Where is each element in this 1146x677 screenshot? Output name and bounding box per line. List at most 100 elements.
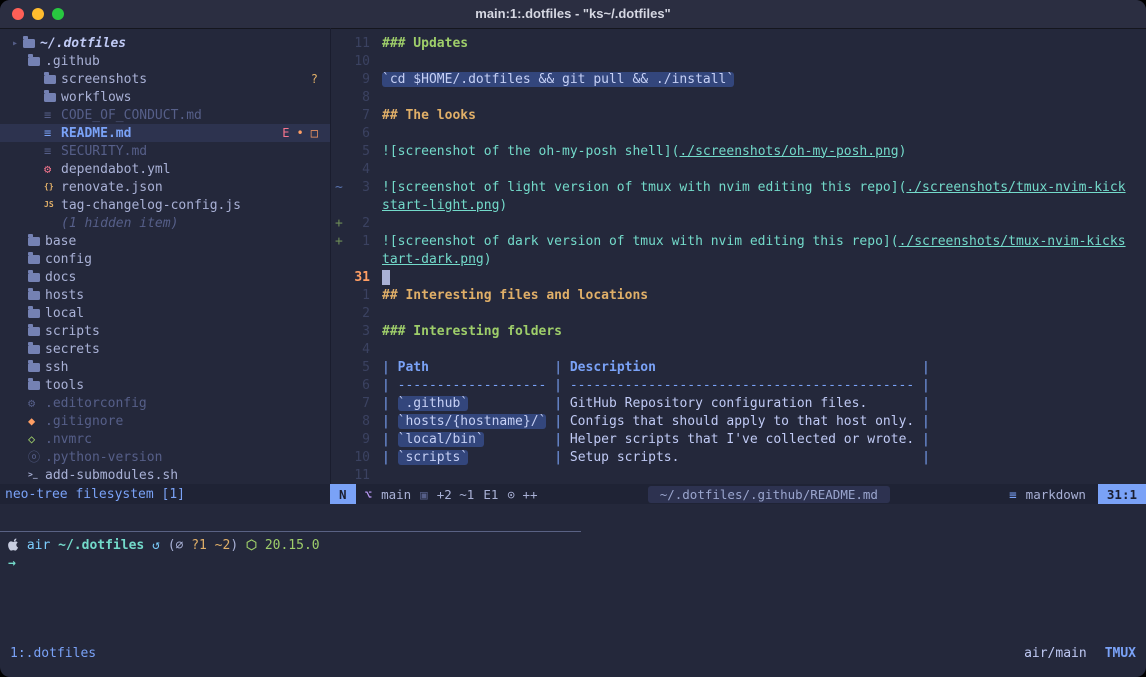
line-number: 4 bbox=[348, 342, 370, 357]
editor-line[interactable]: 10 bbox=[331, 52, 1146, 70]
tree-item-ssh[interactable]: ssh bbox=[0, 358, 330, 376]
editor-line[interactable]: tart-dark.png) bbox=[331, 250, 1146, 268]
status-marker: ? bbox=[311, 72, 318, 86]
editor-line[interactable]: +2 bbox=[331, 214, 1146, 232]
tree-item-gitignore[interactable]: ◆.gitignore bbox=[0, 412, 330, 430]
tree-item-tag-changelog-config-js[interactable]: JStag-changelog-config.js bbox=[0, 196, 330, 214]
gutter-sign bbox=[331, 360, 348, 375]
gutter-sign bbox=[331, 72, 348, 87]
tree-item-1-hidden-item[interactable]: (1 hidden item) bbox=[0, 214, 330, 232]
icon-cell: ≡ bbox=[44, 109, 61, 121]
icon-cell: ◇ bbox=[28, 433, 45, 445]
icon-cell bbox=[23, 39, 40, 48]
editor-line[interactable]: 31 bbox=[331, 268, 1146, 286]
tree-item-workflows[interactable]: workflows bbox=[0, 88, 330, 106]
line-number: 11 bbox=[348, 468, 370, 483]
expander-icon[interactable]: ▸ bbox=[12, 38, 23, 49]
editor-segment-sp bbox=[867, 396, 914, 411]
editor-pane[interactable]: 11### Updates 10 9`cd $HOME/.dotfiles &&… bbox=[331, 28, 1146, 484]
tree-item-add-submodules-sh[interactable]: >_add-submodules.sh bbox=[0, 466, 330, 484]
file-tree-panel[interactable]: ▸~/.dotfiles.githubscreenshots? workflows… bbox=[0, 28, 330, 484]
editor-line[interactable]: 8| `hosts/{hostname}/` | Configs that sh… bbox=[331, 412, 1146, 430]
tree-item-screenshots[interactable]: screenshots? bbox=[0, 70, 330, 88]
editor-line[interactable]: 1## Interesting files and locations bbox=[331, 286, 1146, 304]
editor-segment-h2: ## The looks bbox=[382, 108, 476, 123]
git-branch[interactable]: main bbox=[381, 487, 411, 502]
tree-item-label: SECURITY.md bbox=[61, 144, 147, 159]
editor-segment-tb: | bbox=[914, 360, 930, 375]
tree-item-github[interactable]: .github bbox=[0, 52, 330, 70]
tmux-badge: TMUX bbox=[1105, 646, 1136, 661]
editor-line[interactable]: 6| ------------------- | ---------------… bbox=[331, 376, 1146, 394]
editor-segment-plain: GitHub Repository configuration files. bbox=[570, 396, 867, 411]
icon-cell bbox=[28, 57, 45, 66]
minimize-button[interactable] bbox=[32, 8, 44, 20]
tree-item-secrets[interactable]: secrets bbox=[0, 340, 330, 358]
editor-line[interactable]: 2 bbox=[331, 304, 1146, 322]
cursor-position: 31:1 bbox=[1098, 484, 1146, 504]
tree-item-hosts[interactable]: hosts bbox=[0, 286, 330, 304]
editor-line[interactable]: 7## The looks bbox=[331, 106, 1146, 124]
file-path: ~/.dotfiles/.github/README.md bbox=[648, 486, 890, 503]
line-number: 2 bbox=[348, 306, 370, 321]
close-button[interactable] bbox=[12, 8, 24, 20]
tree-item-dependabot-yml[interactable]: ⚙dependabot.yml bbox=[0, 160, 330, 178]
prompt-segment: ?1 ~2 bbox=[191, 538, 230, 553]
editor-line[interactable]: 4 bbox=[331, 160, 1146, 178]
tree-item-docs[interactable]: docs bbox=[0, 268, 330, 286]
icon-cell bbox=[28, 345, 45, 354]
filetype-icon: ≡ bbox=[1009, 487, 1017, 502]
gutter-sign bbox=[331, 162, 348, 177]
gutter-sign bbox=[331, 414, 348, 429]
tree-item-security-md[interactable]: ≡ SECURITY.md bbox=[0, 142, 330, 160]
editor-line[interactable]: 10| `scripts` | Setup scripts. | bbox=[331, 448, 1146, 466]
gutter-sign bbox=[331, 144, 348, 159]
tree-item-local[interactable]: local bbox=[0, 304, 330, 322]
tree-item-renovate-json[interactable]: {}renovate.json bbox=[0, 178, 330, 196]
line-number: 1 bbox=[348, 288, 370, 303]
gutter-sign bbox=[331, 108, 348, 123]
editor-line[interactable]: +1![screenshot of dark version of tmux w… bbox=[331, 232, 1146, 250]
tmux-window-tab[interactable]: 1:.dotfiles bbox=[10, 646, 96, 661]
editor-line[interactable]: 9`cd $HOME/.dotfiles && git pull && ./in… bbox=[331, 70, 1146, 88]
tree-item-readme-md[interactable]: ≡README.mdE•□ bbox=[0, 124, 330, 142]
tree-item-base[interactable]: base bbox=[0, 232, 330, 250]
tree-item-tools[interactable]: tools bbox=[0, 376, 330, 394]
editor-segment-tb: | bbox=[382, 450, 398, 465]
editor-line[interactable]: 9| `local/bin` | Helper scripts that I'v… bbox=[331, 430, 1146, 448]
editor-line[interactable]: 3### Interesting folders bbox=[331, 322, 1146, 340]
editor-segment-paren: ) bbox=[499, 198, 507, 213]
tmux-pane-border[interactable] bbox=[0, 531, 581, 532]
editor-line[interactable]: 4 bbox=[331, 340, 1146, 358]
tree-item-python-version[interactable]: ⓞ.python-version bbox=[0, 448, 330, 466]
editor-segment-url: ./screenshots/tmux-nvim-kicks bbox=[899, 234, 1126, 249]
tree-item-label: workflows bbox=[61, 90, 131, 105]
tree-item-code-of-conduct-md[interactable]: ≡CODE_OF_CONDUCT.md bbox=[0, 106, 330, 124]
tree-item-config[interactable]: config bbox=[0, 250, 330, 268]
tree-item-label: CODE_OF_CONDUCT.md bbox=[61, 108, 202, 123]
editor-segment-tb: | bbox=[382, 432, 398, 447]
icon-cell bbox=[28, 237, 45, 246]
tree-item-editorconfig[interactable]: ⚙.editorconfig bbox=[0, 394, 330, 412]
shell-pane[interactable]: air ~/.dotfiles ↺ (⌀ ?1 ~2) 20.15.0 → bbox=[8, 538, 1146, 574]
editor-line[interactable]: 11 bbox=[331, 466, 1146, 484]
editor-line[interactable]: start-light.png) bbox=[331, 196, 1146, 214]
file-icon: ≡ bbox=[44, 145, 51, 157]
editor-line[interactable]: ~3![screenshot of light version of tmux … bbox=[331, 178, 1146, 196]
editor-line[interactable]: 11### Updates bbox=[331, 34, 1146, 52]
editor-line[interactable]: 5![screenshot of the oh-my-posh shell](.… bbox=[331, 142, 1146, 160]
file-icon: ≡ bbox=[44, 127, 51, 139]
tree-item-scripts[interactable]: scripts bbox=[0, 322, 330, 340]
editor-line[interactable]: 6 bbox=[331, 124, 1146, 142]
editor-line[interactable]: 7| `.github` | GitHub Repository configu… bbox=[331, 394, 1146, 412]
tree-item-dotfiles[interactable]: ▸~/.dotfiles bbox=[0, 34, 330, 52]
zoom-button[interactable] bbox=[52, 8, 64, 20]
editor-segment-tb: | bbox=[546, 414, 569, 429]
editor-segment-tb: | ------------------- | ----------------… bbox=[382, 378, 930, 393]
titlebar[interactable]: main:1:.dotfiles - "ks~/.dotfiles" bbox=[0, 0, 1146, 29]
editor-segment-tb: | bbox=[546, 360, 569, 375]
tree-item-nvmrc[interactable]: ◇.nvmrc bbox=[0, 430, 330, 448]
editor-line[interactable]: 5| Path | Description | bbox=[331, 358, 1146, 376]
editor-segment-link: ![screenshot of dark version of tmux wit… bbox=[382, 234, 891, 249]
editor-line[interactable]: 8 bbox=[331, 88, 1146, 106]
